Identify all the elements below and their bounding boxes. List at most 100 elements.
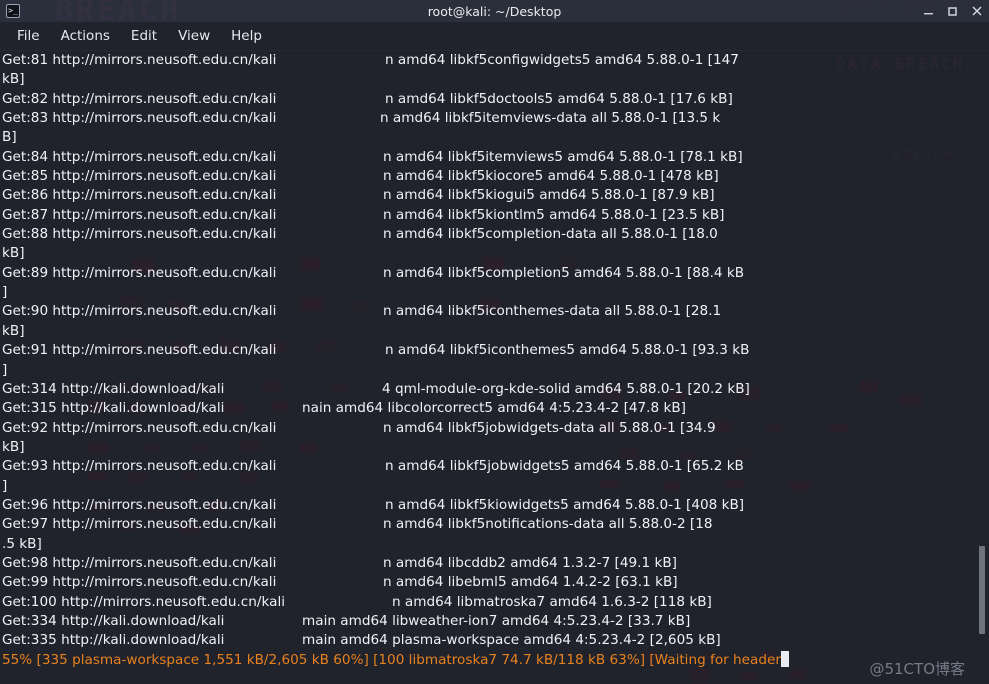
- terminal-line-left: Get:90 http://mirrors.neusoft.edu.cn/kal…: [2, 303, 277, 320]
- terminal-output[interactable]: Get:81 http://mirrors.neusoft.edu.cn/kal…: [0, 51, 989, 684]
- terminal-line: Get:91 http://mirrors.neusoft.edu.cn/kal…: [2, 341, 989, 360]
- terminal-line: .5 kB]: [2, 535, 989, 554]
- terminal-line: Get:314 http://kali.download/kali 4 qml-m…: [2, 380, 989, 399]
- terminal-line-left: Get:98 http://mirrors.neusoft.edu.cn/kal…: [2, 554, 277, 571]
- download-progress-text: 55% [335 plasma-workspace 1,551 kB/2,605…: [2, 651, 781, 668]
- menu-item-actions[interactable]: Actions: [52, 25, 119, 47]
- menu-item-view[interactable]: View: [169, 25, 219, 47]
- terminal-line: Get:85 http://mirrors.neusoft.edu.cn/kal…: [2, 167, 989, 186]
- title-bar-background-watermarks: BREACH DATA BREACH: [0, 0, 989, 22]
- terminal-line-left: B]: [2, 129, 17, 146]
- terminal-line: Get:84 http://mirrors.neusoft.edu.cn/kal…: [2, 148, 989, 167]
- window-title: root@kali: ~/Desktop: [427, 3, 562, 19]
- scrollbar-thumb[interactable]: [979, 546, 985, 634]
- terminal-line-left: Get:87 http://mirrors.neusoft.edu.cn/kal…: [2, 206, 277, 223]
- terminal-line: Get:93 http://mirrors.neusoft.edu.cn/kal…: [2, 457, 989, 476]
- terminal-line-right: n amd64 libkf5jobwidgets-data all 5.88.0…: [383, 419, 716, 436]
- terminal-line-right: n amd64 libebml5 amd64 1.4.2-2 [63.1 kB]: [383, 574, 678, 591]
- terminal-line: ]: [2, 477, 989, 496]
- terminal-line-left: kB]: [2, 245, 25, 262]
- terminal-line-left: Get:86 http://mirrors.neusoft.edu.cn/kal…: [2, 187, 277, 204]
- terminal-line: Get:100 http://mirrors.neusoft.edu.cn/ka…: [2, 593, 989, 612]
- terminal-line: kB]: [2, 70, 989, 89]
- terminal-line: Get:92 http://mirrors.neusoft.edu.cn/kal…: [2, 419, 989, 438]
- terminal-line: Get:88 http://mirrors.neusoft.edu.cn/kal…: [2, 225, 989, 244]
- terminal-line-right: n amd64 libkf5iconthemes5 amd64 5.88.0-1…: [385, 342, 750, 359]
- terminal-line-left: kB]: [2, 438, 25, 455]
- terminal-line-left: Get:81 http://mirrors.neusoft.edu.cn/kal…: [2, 52, 277, 68]
- terminal-line: Get:82 http://mirrors.neusoft.edu.cn/kal…: [2, 90, 989, 109]
- vertical-scrollbar[interactable]: [975, 51, 989, 684]
- terminal-line-left: Get:99 http://mirrors.neusoft.edu.cn/kal…: [2, 574, 277, 591]
- terminal-line: kB]: [2, 322, 989, 341]
- terminal-line-left: Get:82 http://mirrors.neusoft.edu.cn/kal…: [2, 90, 277, 107]
- terminal-line-left: Get:314 http://kali.download/kali: [2, 380, 225, 397]
- title-bar[interactable]: BREACH DATA BREACH >_ root@kali: ~/Deskt…: [0, 0, 989, 22]
- menu-item-file[interactable]: File: [8, 25, 49, 47]
- terminal-line-left: Get:92 http://mirrors.neusoft.edu.cn/kal…: [2, 419, 277, 436]
- terminal-line-right: n amd64 libkf5doctools5 amd64 5.88.0-1 […: [385, 90, 733, 107]
- terminal-line: Get:99 http://mirrors.neusoft.edu.cn/kal…: [2, 573, 989, 592]
- maximize-icon[interactable]: [946, 5, 959, 18]
- terminal-line-left: Get:96 http://mirrors.neusoft.edu.cn/kal…: [2, 496, 277, 513]
- terminal-line-left: Get:100 http://mirrors.neusoft.edu.cn/ka…: [2, 593, 285, 610]
- close-icon[interactable]: [970, 5, 983, 18]
- terminal-line-right: n amd64 libkf5kiontlm5 amd64 5.88.0-1 [2…: [383, 206, 725, 223]
- terminal-line-left: Get:315 http://kali.download/kali: [2, 400, 225, 417]
- terminal-line-left: Get:334 http://kali.download/kali: [2, 612, 225, 629]
- terminal-line: kB]: [2, 244, 989, 263]
- terminal-line-right: n amd64 libkf5jobwidgets5 amd64 5.88.0-1…: [385, 458, 744, 475]
- terminal-line-left: Get:85 http://mirrors.neusoft.edu.cn/kal…: [2, 168, 277, 185]
- terminal-line-left: kB]: [2, 322, 25, 339]
- terminal-line: Get:334 http://kali.download/kali main am…: [2, 612, 989, 631]
- terminal-content-area[interactable]: DATA BREACH DATA BREACH DATA BREACH DATA BR…: [0, 51, 989, 684]
- terminal-line-right: 4 qml-module-org-kde-solid amd64 5.88.0-…: [382, 380, 750, 397]
- download-progress-status-line: 55% [335 plasma-workspace 1,551 kB/2,605…: [2, 650, 989, 670]
- terminal-line: ]: [2, 283, 989, 302]
- terminal-line-right: main amd64 plasma-workspace amd64 4:5.23…: [302, 632, 721, 649]
- minimize-icon[interactable]: [922, 5, 935, 18]
- terminal-line-left: Get:84 http://mirrors.neusoft.edu.cn/kal…: [2, 148, 277, 165]
- terminal-line: Get:96 http://mirrors.neusoft.edu.cn/kal…: [2, 496, 989, 515]
- terminal-line: Get:87 http://mirrors.neusoft.edu.cn/kal…: [2, 206, 989, 225]
- menu-item-edit[interactable]: Edit: [122, 25, 166, 47]
- terminal-line: Get:90 http://mirrors.neusoft.edu.cn/kal…: [2, 302, 989, 321]
- titlebar-watermark-breach: BREACH: [55, 0, 182, 22]
- window-controls: [922, 0, 983, 22]
- terminal-line-left: Get:335 http://kali.download/kali: [2, 632, 225, 649]
- terminal-line-right: main amd64 libweather-ion7 amd64 4:5.23.…: [302, 612, 691, 629]
- terminal-cursor: [780, 650, 789, 667]
- terminal-line-left: .5 kB]: [2, 535, 42, 552]
- terminal-line-right: n amd64 libkf5itemviews5 amd64 5.88.0-1 …: [383, 148, 743, 165]
- terminal-line: Get:89 http://mirrors.neusoft.edu.cn/kal…: [2, 264, 989, 283]
- terminal-line: kB]: [2, 438, 989, 457]
- terminal-line-left: kB]: [2, 71, 25, 88]
- terminal-line-left: ]: [2, 284, 8, 301]
- terminal-line-right: n amd64 libkf5kiowidgets5 amd64 5.88.0-1…: [385, 496, 745, 513]
- terminal-line-left: Get:88 http://mirrors.neusoft.edu.cn/kal…: [2, 226, 277, 243]
- terminal-line-left: Get:97 http://mirrors.neusoft.edu.cn/kal…: [2, 516, 277, 533]
- terminal-window: BREACH DATA BREACH >_ root@kali: ~/Deskt…: [0, 0, 989, 684]
- terminal-line: Get:97 http://mirrors.neusoft.edu.cn/kal…: [2, 515, 989, 534]
- terminal-line: Get:83 http://mirrors.neusoft.edu.cn/kal…: [2, 109, 989, 128]
- terminal-line-right: n amd64 libkf5configwidgets5 amd64 5.88.…: [385, 52, 739, 68]
- menu-item-help[interactable]: Help: [222, 25, 271, 47]
- terminal-line-right: n amd64 libkf5completion-data all 5.88.0…: [383, 226, 718, 243]
- terminal-line-right: nain amd64 libcolorcorrect5 amd64 4:5.23…: [302, 400, 686, 417]
- terminal-line-left: ]: [2, 361, 8, 378]
- terminal-line-left: Get:89 http://mirrors.neusoft.edu.cn/kal…: [2, 264, 277, 281]
- terminal-line-left: Get:91 http://mirrors.neusoft.edu.cn/kal…: [2, 342, 277, 359]
- terminal-line-left: Get:83 http://mirrors.neusoft.edu.cn/kal…: [2, 110, 277, 127]
- terminal-line-right: n amd64 libcddb2 amd64 1.3.2-7 [49.1 kB]: [383, 554, 677, 571]
- terminal-line-right: n amd64 libkf5kiocore5 amd64 5.88.0-1 [4…: [383, 168, 719, 185]
- terminal-line: ]: [2, 361, 989, 380]
- terminal-line-right: n amd64 libmatroska7 amd64 1.6.3-2 [118 …: [392, 593, 712, 610]
- terminal-line: Get:81 http://mirrors.neusoft.edu.cn/kal…: [2, 51, 989, 70]
- terminal-line-right: n amd64 libkf5iconthemes-data all 5.88.0…: [383, 303, 722, 320]
- terminal-icon: >_: [6, 4, 20, 18]
- terminal-line: Get:98 http://mirrors.neusoft.edu.cn/kal…: [2, 554, 989, 573]
- terminal-line: B]: [2, 128, 989, 147]
- menu-bar: File Actions Edit View Help: [0, 22, 989, 51]
- terminal-icon-glyph: >_: [8, 6, 18, 15]
- terminal-line-right: n amd64 libkf5kiogui5 amd64 5.88.0-1 [87…: [383, 187, 715, 204]
